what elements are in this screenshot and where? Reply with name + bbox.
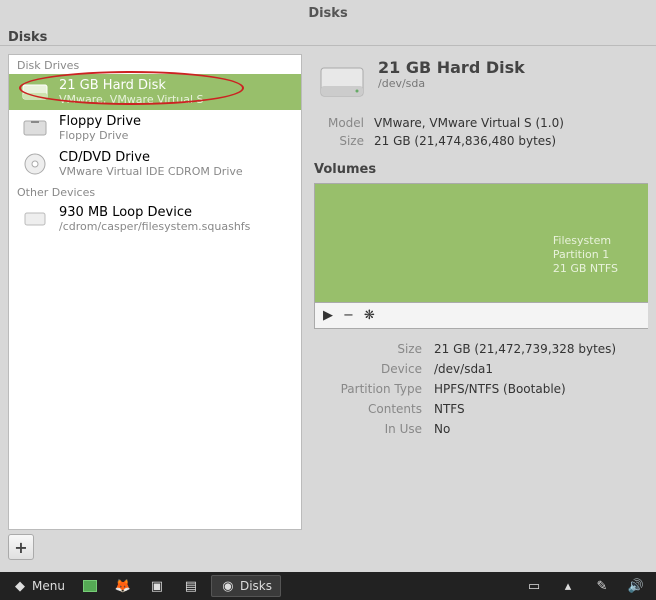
det-device-label: Device [314, 362, 434, 376]
volume-partition-info: Filesystem Partition 1 21 GB NTFS [553, 234, 618, 276]
volumes-diagram[interactable]: Filesystem Partition 1 21 GB NTFS [314, 183, 648, 303]
drive-title: 930 MB Loop Device [59, 205, 250, 220]
drive-title: CD/DVD Drive [59, 150, 243, 165]
drive-item-floppy[interactable]: Floppy Drive Floppy Drive [9, 110, 301, 146]
app-title: Disks [0, 26, 656, 46]
drive-title: 21 GB Hard Disk [59, 78, 204, 93]
firefox-button[interactable]: 🦊 [109, 576, 137, 596]
size-value: 21 GB (21,474,836,480 bytes) [374, 134, 556, 148]
left-panel: Disk Drives 21 GB Hard Disk VMware, VMwa… [0, 46, 310, 568]
drive-item-cdrom[interactable]: CD/DVD Drive VMware Virtual IDE CDROM Dr… [9, 146, 301, 182]
window-icon: ▭ [526, 578, 542, 594]
drive-sub: VMware, VMware Virtual S [59, 93, 204, 106]
tray-network-icon[interactable]: ✎ [588, 576, 616, 596]
terminal-button[interactable]: ▣ [143, 576, 171, 596]
tray-window-icon[interactable]: ▭ [520, 576, 548, 596]
drive-title: Floppy Drive [59, 114, 141, 129]
floppy-icon [21, 114, 49, 142]
det-ptype-val: HPFS/NTFS (Bootable) [434, 382, 566, 396]
hard-disk-icon [21, 78, 49, 106]
unmount-button[interactable]: − [343, 308, 354, 323]
drive-item-loop[interactable]: 930 MB Loop Device /cdrom/casper/filesys… [9, 201, 301, 237]
disk-large-icon [318, 58, 366, 106]
show-desktop-button[interactable] [77, 578, 103, 594]
det-contents-val: NTFS [434, 402, 465, 416]
volume-toolbar: ▶ − ❋ [314, 303, 648, 329]
mount-button[interactable]: ▶ [323, 308, 333, 323]
det-contents-label: Contents [314, 402, 434, 416]
menu-icon: ◆ [12, 578, 28, 594]
cd-icon [21, 150, 49, 178]
drive-item-hard-disk[interactable]: 21 GB Hard Disk VMware, VMware Virtual S [9, 74, 301, 110]
det-size-val: 21 GB (21,472,739,328 bytes) [434, 342, 616, 356]
model-value: VMware, VMware Virtual S (1.0) [374, 116, 564, 130]
tray-up-icon[interactable]: ▴ [554, 576, 582, 596]
det-device-val: /dev/sda1 [434, 362, 493, 376]
drive-list: Disk Drives 21 GB Hard Disk VMware, VMwa… [8, 54, 302, 530]
det-size-label: Size [314, 342, 434, 356]
window-titlebar: Disks [0, 0, 656, 26]
det-inuse-label: In Use [314, 422, 434, 436]
loop-device-icon [21, 205, 49, 233]
volumes-section-title: Volumes [314, 162, 648, 177]
files-button[interactable]: ▤ [177, 576, 205, 596]
volume-options-button[interactable]: ❋ [364, 308, 375, 323]
section-other-devices: Other Devices [9, 182, 301, 201]
det-ptype-label: Partition Type [314, 382, 434, 396]
add-button[interactable]: + [8, 534, 34, 560]
taskbar-app-disks[interactable]: ◉ Disks [211, 575, 281, 597]
size-label: Size [314, 134, 374, 148]
firefox-icon: 🦊 [115, 578, 131, 594]
volume-icon: 🔊 [628, 578, 644, 594]
desktop-icon [83, 580, 97, 592]
files-icon: ▤ [183, 578, 199, 594]
network-icon: ✎ [594, 578, 610, 594]
taskbar: ◆ Menu 🦊 ▣ ▤ ◉ Disks ▭ ▴ ✎ 🔊 [0, 572, 656, 600]
up-icon: ▴ [560, 578, 576, 594]
disks-taskbar-icon: ◉ [220, 578, 236, 594]
drive-sub: Floppy Drive [59, 129, 141, 142]
disk-title: 21 GB Hard Disk [378, 58, 525, 77]
drive-sub: /cdrom/casper/filesystem.squashfs [59, 220, 250, 233]
section-disk-drives: Disk Drives [9, 55, 301, 74]
terminal-icon: ▣ [149, 578, 165, 594]
right-panel: 21 GB Hard Disk /dev/sda Model VMware, V… [310, 46, 656, 568]
menu-button[interactable]: ◆ Menu [6, 576, 71, 596]
disk-path: /dev/sda [378, 77, 525, 90]
tray-volume-icon[interactable]: 🔊 [622, 576, 650, 596]
det-inuse-val: No [434, 422, 450, 436]
model-label: Model [314, 116, 374, 130]
drive-sub: VMware Virtual IDE CDROM Drive [59, 165, 243, 178]
